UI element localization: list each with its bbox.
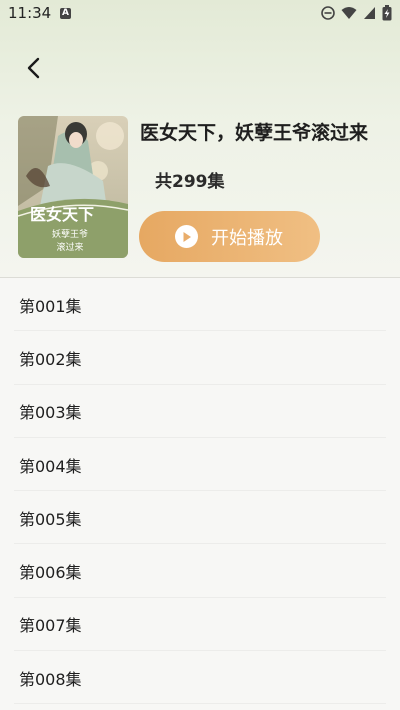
- episode-item[interactable]: 第008集: [0, 651, 400, 705]
- episode-label: 第008集: [19, 669, 82, 689]
- episode-label: 第007集: [19, 616, 82, 636]
- episode-item[interactable]: 第004集: [0, 438, 400, 492]
- episode-label: 第006集: [19, 563, 82, 583]
- episode-item[interactable]: 第005集: [0, 491, 400, 545]
- dnd-icon: [321, 6, 335, 20]
- svg-text:妖孽王爷: 妖孽王爷: [52, 228, 88, 240]
- drama-cover-image[interactable]: 医女天下 妖孽王爷 滚过来: [18, 116, 128, 258]
- episode-list: 第001集 第002集 第003集 第004集 第005集 第006集 第007…: [0, 278, 400, 705]
- notification-app-icon: A: [60, 8, 71, 19]
- episode-item[interactable]: 第001集: [0, 278, 400, 332]
- episode-item[interactable]: 第007集: [0, 598, 400, 652]
- episode-label: 第002集: [19, 349, 82, 369]
- start-play-button[interactable]: 开始播放: [139, 211, 320, 262]
- drama-title: 医女天下，妖孽王爷滚过来: [140, 122, 369, 144]
- status-time: 11:34: [8, 4, 52, 22]
- episode-item[interactable]: 第002集: [0, 331, 400, 385]
- episode-item[interactable]: 第003集: [0, 385, 400, 439]
- episode-label: 第001集: [19, 296, 82, 316]
- back-button[interactable]: [18, 52, 50, 84]
- episode-item[interactable]: 第006集: [0, 544, 400, 599]
- svg-text:滚过来: 滚过来: [56, 241, 83, 253]
- episode-label: 第005集: [19, 509, 82, 529]
- wifi-icon: [341, 7, 357, 19]
- play-circle-icon: [175, 225, 198, 248]
- chevron-left-icon: [27, 57, 40, 79]
- status-bar: 11:34 A: [0, 0, 400, 28]
- svg-text:医女天下: 医女天下: [30, 205, 94, 224]
- start-play-label: 开始播放: [211, 227, 283, 249]
- episode-label: 第004集: [19, 456, 82, 476]
- signal-icon: [364, 7, 375, 19]
- episode-label: 第003集: [19, 403, 82, 423]
- episode-count: 共299集: [155, 172, 225, 192]
- battery-charging-icon: [382, 5, 392, 21]
